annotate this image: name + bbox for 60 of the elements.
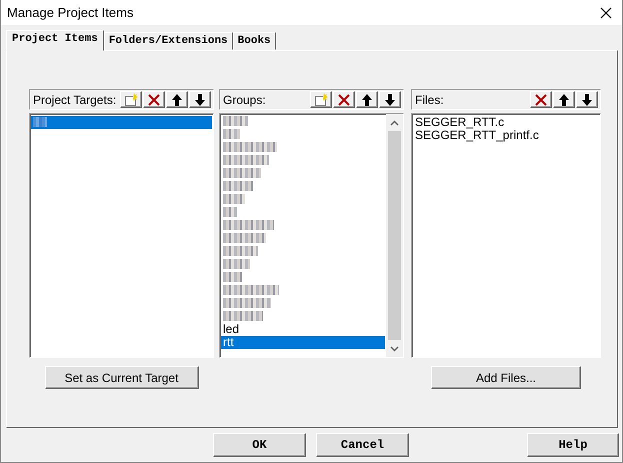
window-title: Manage Project Items xyxy=(7,5,134,20)
tab[interactable]: Folders/Extensions xyxy=(104,32,233,50)
pixelated-text xyxy=(223,311,263,321)
pixelated-text xyxy=(223,220,274,230)
pixelated-text xyxy=(33,117,47,127)
list-item[interactable] xyxy=(31,116,212,129)
up-button[interactable] xyxy=(166,91,188,108)
delete-icon xyxy=(337,92,351,106)
new-item-icon xyxy=(124,92,138,106)
pixelated-text xyxy=(223,246,258,256)
panel-action-button[interactable]: Add Files... xyxy=(431,366,581,389)
list-item[interactable]: SEGGER_RTT.c xyxy=(413,116,599,129)
up-arrow-icon xyxy=(361,92,373,106)
list-item[interactable]: rtt xyxy=(221,336,385,349)
pixelated-text xyxy=(223,259,250,269)
up-button[interactable] xyxy=(553,91,575,108)
delete-icon xyxy=(147,92,161,106)
new-item-icon xyxy=(314,92,328,106)
pixelated-text xyxy=(223,207,237,217)
scroll-down-icon[interactable] xyxy=(390,346,399,352)
dialog-button[interactable]: Help xyxy=(527,433,619,457)
list-item[interactable]: SEGGER_RTT_printf.c xyxy=(413,129,599,142)
dialog-button[interactable]: OK xyxy=(213,433,306,457)
up-button[interactable] xyxy=(356,91,378,108)
new-button[interactable] xyxy=(120,91,142,108)
down-arrow-icon xyxy=(194,92,206,106)
tab[interactable]: Project Items xyxy=(6,30,104,51)
pixelated-text xyxy=(223,181,253,191)
panel-title: Project Targets: xyxy=(33,92,118,106)
pixelated-text xyxy=(223,233,266,243)
scrollbar[interactable] xyxy=(386,114,403,357)
delete-button[interactable] xyxy=(333,91,355,108)
new-button[interactable] xyxy=(310,91,332,108)
down-arrow-icon xyxy=(384,92,396,106)
panel-title: Files: xyxy=(415,92,445,106)
down-arrow-icon xyxy=(581,92,593,106)
pixelated-text xyxy=(223,285,279,295)
list-item[interactable]: led xyxy=(221,323,385,336)
pixelated-text xyxy=(223,194,245,204)
down-button[interactable] xyxy=(576,91,598,108)
down-button[interactable] xyxy=(189,91,211,108)
close-icon[interactable] xyxy=(600,6,612,18)
delete-button[interactable] xyxy=(143,91,165,108)
delete-button[interactable] xyxy=(530,91,552,108)
panel-title: Groups: xyxy=(223,92,267,106)
up-arrow-icon xyxy=(171,92,183,106)
up-arrow-icon xyxy=(558,92,570,106)
tab[interactable]: Books xyxy=(232,32,276,50)
pixelated-text xyxy=(223,298,271,308)
pixelated-text xyxy=(223,168,261,178)
dialog-button[interactable]: Cancel xyxy=(316,433,409,457)
down-button[interactable] xyxy=(379,91,401,108)
scroll-up-icon[interactable] xyxy=(390,120,399,126)
delete-icon xyxy=(534,92,548,106)
panel-action-button[interactable]: Set as Current Target xyxy=(44,366,198,389)
pixelated-text xyxy=(223,155,269,165)
pixelated-text xyxy=(223,116,248,126)
pixelated-text xyxy=(223,129,240,139)
pixelated-text xyxy=(223,142,277,152)
pixelated-text xyxy=(223,272,242,282)
